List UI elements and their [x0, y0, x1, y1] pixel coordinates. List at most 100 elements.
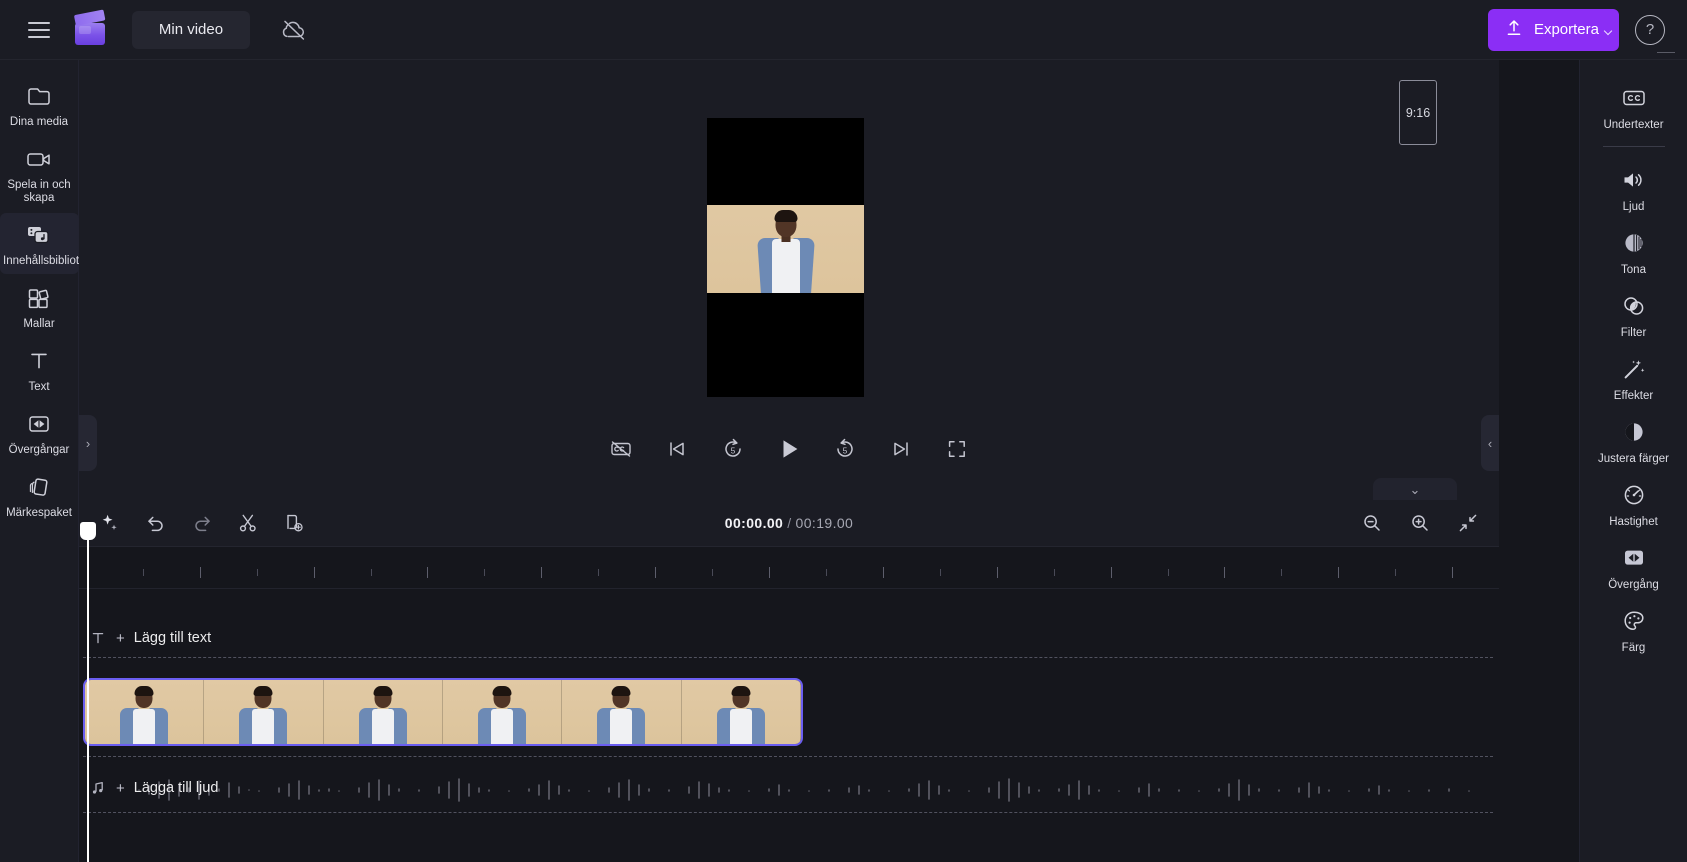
property-item-undertexter[interactable]: Undertexter: [1580, 76, 1687, 137]
timeline-ruler[interactable]: 0 0:03 0:06 0:09 0:12 0:15 0:18 0:21 0:2…: [79, 547, 1499, 589]
sidebar-item-label: Text: [28, 381, 50, 393]
timecode-separator: /: [787, 515, 792, 531]
magnifier-plus-icon[interactable]: [1405, 508, 1435, 538]
chevron-down-icon: ⌄: [1409, 482, 1421, 497]
duplicate-icon[interactable]: [279, 508, 309, 538]
add-text-button[interactable]: + Lägg till text: [89, 618, 211, 658]
playhead[interactable]: [80, 522, 96, 862]
sidebar-item-label: Innehållsbibliotek: [3, 255, 92, 267]
captions-off-icon[interactable]: [604, 432, 638, 466]
timeline-tools: [79, 508, 309, 538]
magnifier-minus-icon[interactable]: [1357, 508, 1387, 538]
forward-5-icon[interactable]: 5: [828, 432, 862, 466]
clapperboard-icon: [72, 8, 108, 47]
property-item-hastighet[interactable]: Hastighet: [1580, 473, 1687, 534]
video-camera-icon: [24, 145, 54, 173]
preview-panel: 9:16 › ‹ 5 5: [79, 60, 1499, 500]
property-item-label: Hastighet: [1609, 516, 1658, 528]
skip-previous-icon[interactable]: [660, 432, 694, 466]
property-item-label: Färg: [1621, 642, 1646, 654]
text-track[interactable]: + Lägg till text: [79, 618, 1499, 658]
clip-thumbnail: [204, 680, 324, 744]
playhead-handle[interactable]: [80, 522, 96, 540]
chevron-down-icon: [1603, 26, 1613, 35]
skip-next-icon[interactable]: [884, 432, 918, 466]
timeline-toolbar: 00:00.00/00:19.00: [79, 500, 1499, 547]
sidebar-item-dina-media[interactable]: Dina media: [0, 74, 79, 135]
sparkle-icon[interactable]: [95, 508, 125, 538]
video-frame: [707, 205, 864, 294]
header-right-group: Exportera ?: [1487, 8, 1687, 53]
cloud-off-icon[interactable]: [274, 12, 314, 48]
window-minimize-icon[interactable]: [1657, 51, 1675, 53]
templates-icon: [24, 284, 54, 312]
sidebar-item-spela-in-och-skapa[interactable]: Spela in och skapa: [0, 137, 79, 211]
sidebar-item-innehallsbibliotek[interactable]: Innehållsbibliotek: [0, 213, 92, 274]
property-item-label: Justera färger: [1598, 453, 1669, 465]
magic-wand-icon: [1618, 354, 1650, 384]
fade-icon: [1618, 228, 1650, 258]
sidebar-item-label: Övergångar: [8, 444, 70, 456]
contrast-icon: [1618, 417, 1650, 447]
folder-icon: [24, 82, 54, 110]
property-item-label: Övergång: [1608, 579, 1659, 591]
text-t-icon: [24, 347, 54, 375]
add-audio-button[interactable]: + Lägga till ljud: [89, 768, 218, 808]
track-divider: [83, 657, 1493, 658]
plus-icon: +: [116, 779, 125, 797]
text-t-icon: [89, 630, 107, 646]
timeline-collapse-tab[interactable]: ⌄: [1373, 478, 1457, 501]
property-item-justera-farger[interactable]: Justera färger: [1580, 410, 1687, 471]
property-item-ljud[interactable]: Ljud: [1580, 158, 1687, 219]
clipchamp-editor: Min video Exportera ? Dina media Spela i…: [0, 0, 1687, 862]
filter-circles-icon: [1618, 291, 1650, 321]
property-item-label: Undertexter: [1603, 119, 1664, 131]
speedometer-icon: [1618, 480, 1650, 510]
header-left-group: Min video: [0, 8, 314, 49]
sidebar-item-overgangar[interactable]: Övergångar: [0, 402, 79, 463]
property-item-effekter[interactable]: Effekter: [1580, 347, 1687, 408]
play-icon[interactable]: [772, 432, 806, 466]
property-item-filter[interactable]: Filter: [1580, 284, 1687, 345]
transitions-icon: [24, 410, 54, 438]
rewind-5-icon[interactable]: 5: [716, 432, 750, 466]
redo-arrow-icon[interactable]: [187, 508, 217, 538]
music-note-icon: [89, 780, 107, 796]
sidebar-item-label: Spela in och skapa: [7, 179, 71, 204]
question-mark-icon[interactable]: ?: [1635, 14, 1665, 45]
video-canvas[interactable]: [707, 118, 864, 397]
sidebar-item-label: Mallar: [23, 318, 55, 330]
sidebar-item-mallar[interactable]: Mallar: [0, 276, 79, 337]
right-sidebar: Undertexter Ljud Tona Filter Effekter Ju…: [1579, 60, 1687, 862]
sidebar-item-markespaket[interactable]: Märkespaket: [0, 465, 79, 526]
property-item-farg[interactable]: Färg: [1580, 599, 1687, 660]
divider: [1602, 146, 1665, 147]
scissors-icon[interactable]: [233, 508, 263, 538]
video-clip[interactable]: [83, 678, 803, 746]
add-text-label: Lägg till text: [133, 630, 212, 646]
sidebar-item-text[interactable]: Text: [0, 339, 79, 400]
sidebar-item-label: Dina media: [9, 116, 69, 128]
export-button[interactable]: Exportera: [1487, 8, 1619, 51]
track-divider: [83, 812, 1493, 813]
svg-text:5: 5: [843, 445, 848, 455]
export-button-label: Exportera: [1533, 21, 1599, 38]
content-library-icon: [24, 221, 54, 249]
hamburger-icon[interactable]: [22, 13, 56, 47]
audio-track[interactable]: + Lägga till ljud: [79, 768, 1499, 812]
undo-arrow-icon[interactable]: [141, 508, 171, 538]
fit-arrows-icon[interactable]: [1453, 508, 1483, 538]
person-graphic: [754, 205, 818, 294]
aspect-ratio-badge[interactable]: 9:16: [1399, 80, 1437, 145]
sidebar-item-label: Märkespaket: [6, 507, 72, 519]
property-item-label: Effekter: [1613, 390, 1654, 402]
property-item-label: Tona: [1621, 264, 1646, 276]
project-title-input[interactable]: Min video: [132, 10, 250, 49]
closed-captions-icon: [1618, 83, 1650, 113]
fullscreen-icon[interactable]: [940, 432, 974, 466]
add-audio-label: Lägga till ljud: [133, 780, 219, 796]
audio-waveform: [138, 778, 1470, 802]
brand-kit-icon: [24, 473, 54, 501]
property-item-tona[interactable]: Tona: [1580, 221, 1687, 282]
property-item-overgang[interactable]: Övergång: [1580, 536, 1687, 597]
